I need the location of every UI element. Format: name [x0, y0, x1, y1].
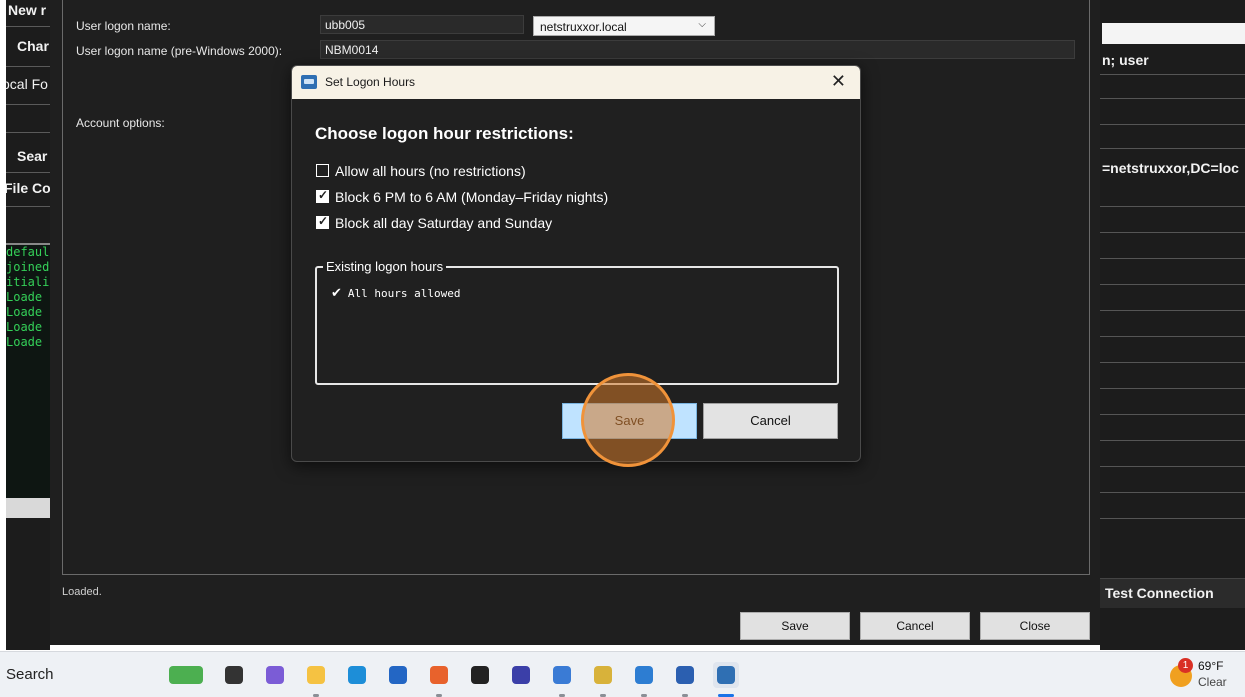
pre-windows-logon-input[interactable]: NBM0014: [320, 40, 1075, 59]
bg-right-dn-text: =netstruxxor,DC=loc: [1102, 160, 1239, 176]
dialog-cancel-button[interactable]: Cancel: [703, 403, 838, 439]
ticket-icon[interactable]: [590, 662, 616, 688]
dropbox-glyph: [471, 666, 489, 684]
firefox-glyph: [430, 666, 448, 684]
checkmark-icon: ✔: [331, 286, 342, 301]
existing-logon-hours-group: Existing logon hours ✔ All hours allowed: [315, 259, 839, 385]
widgets-glyph: [169, 666, 203, 684]
console-line: Loade: [6, 305, 43, 319]
domain-select-value: netstruxxor.local: [540, 20, 627, 34]
test-connection-button[interactable]: Test Connection: [1100, 578, 1245, 608]
background-app-left: New r Char ocal Fo Sear File Co defaul j…: [6, 0, 50, 650]
screen: New r Char ocal Fo Sear File Co defaul j…: [0, 0, 1245, 697]
bg-label-local: ocal Fo: [6, 76, 48, 92]
task-view-glyph: [225, 666, 243, 684]
weather-widget[interactable]: 1 69°F Clear: [1170, 657, 1240, 693]
edge-icon[interactable]: [344, 662, 370, 688]
close-icon[interactable]: ✕: [831, 71, 846, 92]
account-options-label: Account options:: [76, 116, 165, 130]
close-button[interactable]: Close: [980, 612, 1090, 640]
active-app-glyph: [717, 666, 735, 684]
console-line: Loade: [6, 320, 43, 334]
domain-select[interactable]: netstruxxor.local ⌵: [533, 16, 715, 36]
firefox-icon[interactable]: [426, 662, 452, 688]
set-logon-hours-dialog: Set Logon Hours ✕ Choose logon hour rest…: [291, 65, 861, 462]
bg-label-new: New r: [8, 2, 47, 18]
test-connection-label: Test Connection: [1105, 585, 1214, 601]
network-glyph: [676, 666, 694, 684]
console-scrollbar[interactable]: [6, 498, 50, 518]
dropbox-icon[interactable]: [467, 662, 493, 688]
cancel-button[interactable]: Cancel: [860, 612, 970, 640]
option-block-weekends[interactable]: Block all day Saturday and Sunday: [316, 214, 553, 231]
click-indicator: [581, 373, 675, 467]
option-label: Allow all hours (no restrictions): [335, 163, 526, 179]
option-allow-all-hours[interactable]: Allow all hours (no restrictions): [316, 163, 526, 179]
status-text: Loaded.: [62, 586, 102, 598]
option-label: Block 6 PM to 6 AM (Monday–Friday nights…: [335, 189, 609, 205]
widgets-icon[interactable]: [165, 662, 205, 688]
console-line: itiali: [6, 275, 50, 289]
taskbar: Search 1 69°F Clear: [0, 651, 1245, 697]
m365-glyph: [266, 666, 284, 684]
remote-icon[interactable]: [549, 662, 575, 688]
network-icon[interactable]: [672, 662, 698, 688]
console-line: Loade: [6, 290, 43, 304]
console-line: defaul: [6, 245, 50, 259]
bg-label-file: File Co: [6, 180, 50, 196]
console-output: defaul joined itiali Loade Loade Loade L…: [6, 243, 50, 498]
pre-windows-logon-label: User logon name (pre-Windows 2000):: [76, 44, 283, 58]
notification-badge: 1: [1178, 658, 1193, 673]
checkbox-checked-icon[interactable]: [316, 214, 329, 229]
dialog-title-bar[interactable]: Set Logon Hours ✕: [292, 66, 860, 99]
list-item-label: All hours allowed: [347, 287, 461, 300]
bg-label-char: Char: [17, 38, 49, 54]
remote-glyph: [553, 666, 571, 684]
weather-temperature: 69°F: [1198, 659, 1224, 673]
taskbar-search[interactable]: Search: [6, 666, 54, 683]
weather-condition: Clear: [1198, 675, 1227, 689]
console-line: joined: [6, 260, 50, 274]
bg-label-search: Sear: [17, 148, 48, 164]
notepad-glyph: [635, 666, 653, 684]
file-explorer-icon[interactable]: [303, 662, 329, 688]
edge-glyph: [348, 666, 366, 684]
checkbox-icon[interactable]: [316, 164, 329, 177]
option-block-nights[interactable]: Block 6 PM to 6 AM (Monday–Friday nights…: [316, 188, 609, 205]
chevron-down-icon: ⌵: [698, 19, 706, 30]
store-glyph: [389, 666, 407, 684]
background-app-right: n; user =netstruxxor,DC=loc Test Connect…: [1100, 0, 1245, 650]
store-icon[interactable]: [385, 662, 411, 688]
app-icon: [301, 75, 317, 89]
console-line: Loade: [6, 335, 43, 349]
active-app-icon[interactable]: [713, 662, 739, 688]
list-item: ✔ All hours allowed: [331, 286, 461, 301]
save-button[interactable]: Save: [740, 612, 850, 640]
file-explorer-glyph: [307, 666, 325, 684]
dialog-title: Set Logon Hours: [325, 75, 416, 89]
app-purple-icon[interactable]: [508, 662, 534, 688]
dialog-heading: Choose logon hour restrictions:: [315, 124, 574, 143]
task-view-icon[interactable]: [221, 662, 247, 688]
logon-name-label: User logon name:: [76, 19, 171, 33]
option-label: Block all day Saturday and Sunday: [335, 215, 553, 231]
notepad-icon[interactable]: [631, 662, 657, 688]
bg-right-input[interactable]: [1102, 23, 1245, 44]
group-label: Existing logon hours: [323, 259, 447, 274]
bg-right-user-text: n; user: [1102, 52, 1149, 68]
app-purple-glyph: [512, 666, 530, 684]
m365-icon[interactable]: [262, 662, 288, 688]
checkbox-checked-icon[interactable]: [316, 188, 329, 203]
logon-name-input[interactable]: ubb005: [320, 15, 524, 34]
ticket-glyph: [594, 666, 612, 684]
